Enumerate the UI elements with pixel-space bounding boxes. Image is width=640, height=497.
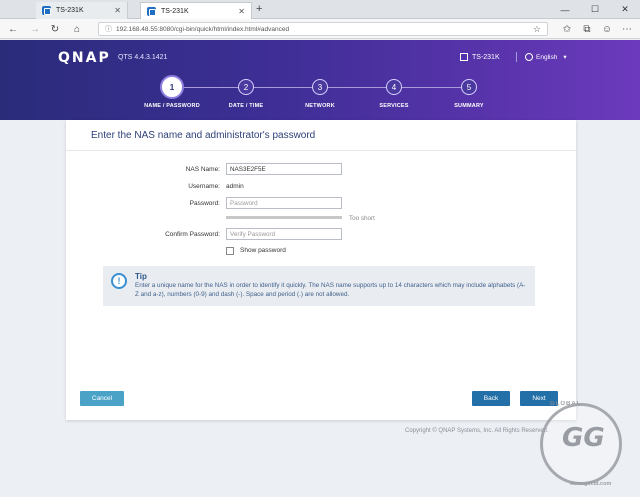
lightbulb-icon: ! — [111, 273, 127, 289]
profile-icon[interactable]: ☺ — [600, 22, 614, 36]
browser-tab[interactable]: TS-231K ✕ — [36, 2, 128, 19]
confirm-password-input[interactable] — [226, 228, 342, 240]
password-input[interactable] — [226, 197, 342, 209]
close-tab-icon[interactable]: ✕ — [114, 6, 121, 15]
browser-nav-bar: ← → ↻ ⌂ ⓘ 192.168.48.55:8080/cgi-bin/qui… — [0, 19, 640, 39]
forward-arrow-icon[interactable]: → — [28, 22, 42, 36]
step-4: 4 — [386, 79, 402, 95]
qnap-logo: QNAP — [58, 50, 111, 66]
password-label: Password: — [189, 200, 220, 207]
tip-text: Enter a unique name for the NAS in order… — [135, 282, 526, 298]
qnap-favicon-icon — [42, 6, 51, 15]
setup-header: QNAP QTS 4.4.3.1421 TS-231K English ▾ 1 … — [0, 40, 640, 120]
gecid-watermark-logo: GLOBAL GG www.gecid.com — [520, 395, 636, 495]
address-bar[interactable]: ⓘ 192.168.48.55:8080/cgi-bin/quick/html/… — [98, 22, 548, 36]
refresh-icon[interactable]: ↻ — [48, 22, 62, 36]
globe-icon — [525, 53, 533, 61]
watermark-mark: GG — [562, 423, 605, 453]
nas-name-input[interactable] — [226, 163, 342, 175]
nas-device-icon — [460, 53, 468, 61]
setup-panel: Enter the NAS name and administrator's p… — [66, 120, 576, 420]
close-tab-icon[interactable]: ✕ — [238, 7, 245, 16]
step-2: 2 — [238, 79, 254, 95]
tab-title: TS-231K — [56, 7, 84, 14]
favorite-star-icon[interactable]: ☆ — [533, 24, 541, 35]
more-menu-icon[interactable]: ⋯ — [620, 22, 634, 36]
collections-icon[interactable]: ⧉ — [580, 22, 594, 36]
language-selector[interactable]: English ▾ — [525, 53, 567, 61]
divider — [66, 150, 576, 151]
back-arrow-icon[interactable]: ← — [6, 22, 20, 36]
home-icon[interactable]: ⌂ — [70, 22, 84, 36]
watermark-ring-text: GLOBAL — [550, 401, 582, 407]
page-title: Enter the NAS name and administrator's p… — [91, 130, 316, 141]
minimize-icon[interactable]: — — [550, 0, 580, 19]
qnap-favicon-icon — [147, 6, 156, 16]
step-label-summary: SUMMARY — [454, 103, 484, 109]
step-1: 1 — [162, 77, 182, 97]
url-text: 192.168.48.55:8080/cgi-bin/quick/html/in… — [116, 25, 290, 33]
qts-version: QTS 4.4.3.1421 — [118, 54, 168, 61]
password-strength-text: Too short — [349, 215, 375, 222]
browser-tab-active[interactable]: TS-231K ✕ — [140, 2, 252, 19]
show-password-checkbox[interactable] — [226, 247, 234, 255]
tip-title: Tip — [135, 272, 147, 281]
browser-tab-bar: TS-231K ✕ TS-231K ✕ + — ☐ ✕ — [0, 0, 640, 19]
nas-name-label: NAS Name: — [185, 166, 220, 173]
device-name: TS-231K — [460, 53, 500, 61]
username-value: admin — [226, 183, 244, 190]
info-icon[interactable]: ⓘ — [105, 24, 112, 34]
step-5: 5 — [461, 79, 477, 95]
new-tab-button[interactable]: + — [256, 3, 262, 15]
username-label: Username: — [188, 183, 220, 190]
cancel-button[interactable]: Cancel — [80, 391, 124, 406]
step-3: 3 — [312, 79, 328, 95]
tab-title: TS-231K — [161, 7, 189, 15]
divider — [516, 52, 517, 62]
back-button[interactable]: Back — [472, 391, 510, 406]
maximize-icon[interactable]: ☐ — [580, 0, 610, 19]
chevron-down-icon: ▾ — [563, 54, 567, 61]
window-close-icon[interactable]: ✕ — [610, 0, 640, 19]
confirm-password-label: Confirm Password: — [165, 231, 220, 238]
watermark-url: www.gecid.com — [570, 481, 612, 487]
tip-box: ! Tip Enter a unique name for the NAS in… — [103, 266, 535, 306]
password-strength-bar — [226, 216, 342, 219]
favorites-icon[interactable]: ✩ — [560, 22, 574, 36]
show-password-label[interactable]: Show password — [240, 247, 286, 254]
